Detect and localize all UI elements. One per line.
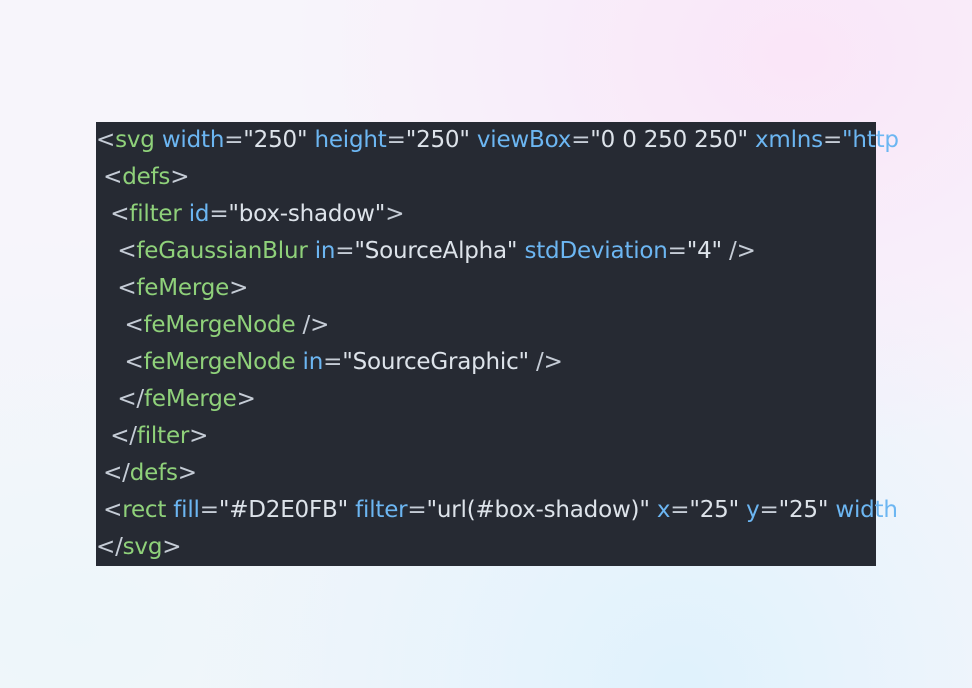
code-token-punct <box>748 127 755 153</box>
code-line: </feMerge> <box>96 381 899 418</box>
code-token-tag: filter <box>129 201 182 227</box>
code-line: <svg width="250" height="250" viewBox="0… <box>96 122 899 159</box>
code-token-punct: < <box>96 201 130 227</box>
code-token-punct: = <box>386 127 406 153</box>
code-token-punct: > <box>385 201 405 227</box>
code-token-punct: < <box>96 497 123 523</box>
code-token-punct: /> <box>721 238 756 264</box>
code-token-punct: < <box>96 349 144 375</box>
code-token-str: "4" <box>686 238 722 264</box>
code-token-tag: svg <box>115 127 155 153</box>
code-token-tag: svg <box>122 534 163 560</box>
code-token-tag: feMergeNode <box>143 349 296 375</box>
code-token-tag: feGaussianBlur <box>136 238 308 264</box>
code-token-punct: < <box>96 238 137 264</box>
code-token-attr: fill <box>173 497 200 523</box>
code-token-punct <box>470 127 477 153</box>
code-token-punct: = <box>224 127 244 153</box>
code-line: <feGaussianBlur in="SourceAlpha" stdDevi… <box>96 233 899 270</box>
code-token-punct: < <box>96 164 123 190</box>
code-token-attr: in <box>314 238 336 264</box>
code-token-punct: = <box>323 349 343 375</box>
code-token-attr: filter <box>355 497 408 523</box>
code-token-punct: </ <box>96 386 144 412</box>
code-lines: <svg width="250" height="250" viewBox="0… <box>96 122 899 566</box>
code-token-str: "SourceGraphic" <box>342 349 529 375</box>
code-token-punct: < <box>96 275 137 301</box>
code-token-str: "250" <box>405 127 470 153</box>
code-token-str: "box-shadow" <box>228 201 386 227</box>
code-line: </filter> <box>96 418 899 455</box>
code-token-attr: viewBox <box>476 127 572 153</box>
code-token-punct: </ <box>96 423 137 449</box>
code-line: <filter id="box-shadow"> <box>96 196 899 233</box>
code-token-attr: width <box>161 127 225 153</box>
code-token-punct: > <box>189 423 209 449</box>
code-token-str: "#D2E0FB" <box>218 497 348 523</box>
code-token-punct <box>295 349 302 375</box>
code-token-tag: defs <box>122 164 171 190</box>
code-token-punct <box>650 497 657 523</box>
code-token-punct <box>155 127 162 153</box>
code-token-punct: </ <box>96 534 123 560</box>
code-token-attr: y <box>746 497 760 523</box>
code-token-str: "0 0 250 250" <box>590 127 748 153</box>
code-token-tag: defs <box>129 460 178 486</box>
code-token-str: "url(#box-shadow)" <box>426 497 650 523</box>
code-token-punct: = <box>407 497 427 523</box>
code-token-punct: < <box>96 127 116 153</box>
code-token-attr: in <box>302 349 324 375</box>
code-token-attr: "http <box>842 127 899 153</box>
code-line: </defs> <box>96 455 899 492</box>
code-token-tag: feMerge <box>143 386 237 412</box>
code-token-punct: = <box>199 497 219 523</box>
code-token-tag: feMerge <box>136 275 230 301</box>
code-token-punct: = <box>571 127 591 153</box>
code-token-tag: filter <box>136 423 190 449</box>
code-token-punct: = <box>822 127 843 153</box>
code-line: <feMerge> <box>96 270 899 307</box>
code-token-punct: /> <box>295 312 330 338</box>
code-token-attr: stdDeviation <box>524 238 668 264</box>
code-token-punct: > <box>229 275 249 301</box>
code-line: <defs> <box>96 159 899 196</box>
code-token-punct: = <box>209 201 229 227</box>
code-token-str: "25" <box>778 497 829 523</box>
code-line: </svg> <box>96 529 899 566</box>
code-token-punct: /> <box>528 349 563 375</box>
code-token-punct: > <box>170 164 190 190</box>
code-token-punct: = <box>335 238 355 264</box>
code-token-punct: </ <box>96 460 130 486</box>
code-token-str: "SourceAlpha" <box>354 238 518 264</box>
code-line: <rect fill="#D2E0FB" filter="url(#box-sh… <box>96 492 899 529</box>
code-line: <feMergeNode /> <box>96 307 899 344</box>
code-token-punct: > <box>236 386 256 412</box>
code-token-punct <box>182 201 189 227</box>
code-token-punct: < <box>96 312 144 338</box>
code-token-str: "25" <box>689 497 739 523</box>
code-token-tag: rect <box>122 497 167 523</box>
code-token-attr: id <box>188 201 210 227</box>
code-token-tag: feMergeNode <box>143 312 296 338</box>
code-line: <feMergeNode in="SourceGraphic" /> <box>96 344 899 381</box>
code-token-str: "250" <box>243 127 308 153</box>
code-token-punct: = <box>670 497 690 523</box>
code-token-punct: > <box>162 534 182 560</box>
code-token-attr: xmlns <box>754 127 823 153</box>
code-token-attr: width <box>835 497 898 523</box>
code-token-punct: > <box>177 460 197 486</box>
code-token-punct <box>308 238 315 264</box>
code-token-attr: height <box>314 127 387 153</box>
code-token-punct: = <box>759 497 779 523</box>
code-block[interactable]: <svg width="250" height="250" viewBox="0… <box>96 122 899 566</box>
code-token-punct: = <box>667 238 687 264</box>
code-token-attr: x <box>656 497 671 523</box>
